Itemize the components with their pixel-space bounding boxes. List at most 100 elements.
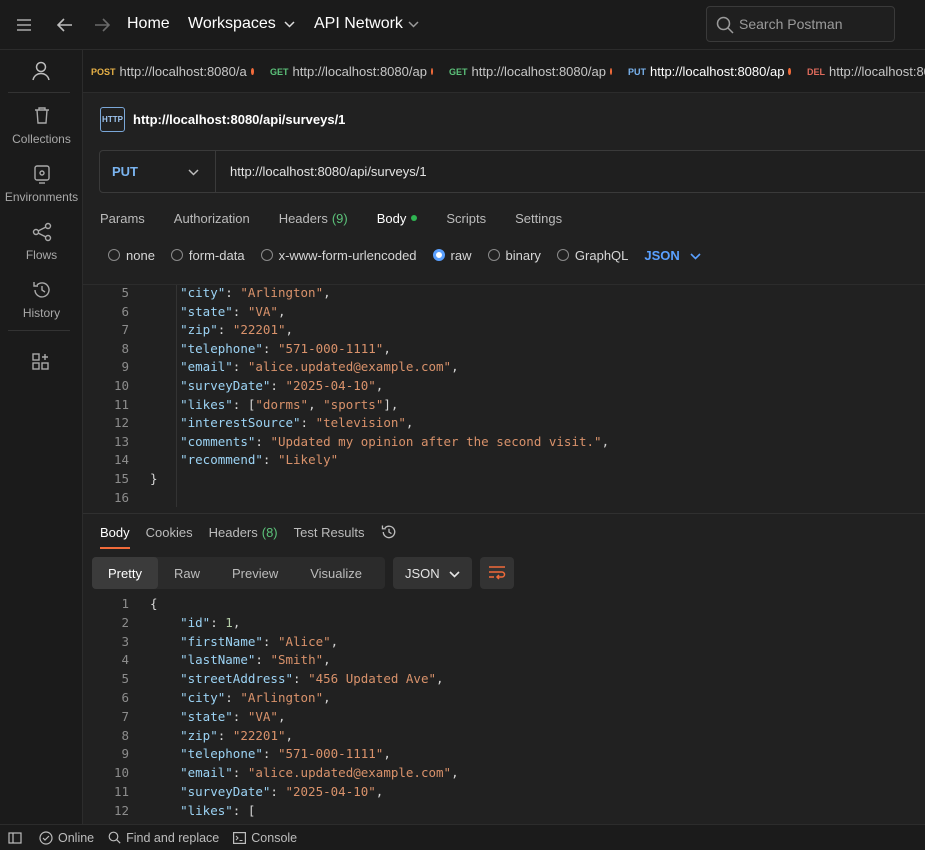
radio-urlencoded[interactable]: x-www-form-urlencoded <box>260 248 417 263</box>
view-preview[interactable]: Preview <box>216 557 294 589</box>
request-tab[interactable]: GET http://localhost:8080/ap <box>441 50 620 92</box>
request-code-line: "interestSource": "television", <box>150 414 413 433</box>
line-number: 5 <box>121 671 129 687</box>
http-request-icon: HTTP <box>100 106 125 132</box>
workspaces-label: Workspaces <box>188 15 276 32</box>
json-string: "456 Updated Ave" <box>308 671 436 687</box>
radio-graphql[interactable]: GraphQL <box>556 248 628 263</box>
radio-raw[interactable]: raw <box>432 248 472 263</box>
json-string: "Updated my opinion after the second vis… <box>270 433 602 449</box>
request-tab[interactable]: POST http://localhost:8080/a <box>83 50 262 92</box>
view-pretty[interactable]: Pretty <box>92 557 158 589</box>
code-punctuation: : <box>293 671 309 687</box>
code-punctuation: } <box>150 471 158 486</box>
tab-response-body[interactable]: Body <box>100 525 130 549</box>
api-network-menu[interactable]: API Network <box>314 15 419 33</box>
pane-divider[interactable] <box>83 513 925 514</box>
code-punctuation: : <box>232 765 248 781</box>
find-replace-button[interactable]: Find and replace <box>108 831 219 845</box>
chevron-down-icon <box>188 164 199 179</box>
radio-form-data[interactable]: form-data <box>170 248 245 263</box>
back-arrow-icon[interactable] <box>55 15 75 35</box>
sidebar-item-flows[interactable]: Flows <box>0 221 83 262</box>
json-string: "Smith" <box>270 652 324 668</box>
line-number: 6 <box>121 690 129 705</box>
forward-arrow-icon[interactable] <box>92 15 112 35</box>
request-code-line: "recommend": "Likely" <box>150 451 338 470</box>
tab-scripts[interactable]: Scripts <box>446 207 486 229</box>
console-button[interactable]: Console <box>233 831 297 845</box>
tab-headers[interactable]: Headers (9) <box>279 207 348 229</box>
code-punctuation: : <box>270 378 286 393</box>
json-string: "571-000-1111" <box>277 746 384 762</box>
response-code-line: "surveyDate": "2025-04-10", <box>150 783 383 802</box>
user-icon[interactable] <box>30 60 52 82</box>
request-tab[interactable]: GET http://localhost:8080/ap <box>262 50 441 92</box>
radio-none[interactable]: none <box>108 248 155 263</box>
json-string: "alice.updated@example.com" <box>247 765 452 781</box>
sidebar-item-label: Environments <box>4 190 79 204</box>
menu-icon[interactable] <box>14 15 34 35</box>
request-config-tabs: Params Authorization Headers (9) Body Sc… <box>100 207 591 229</box>
response-body-viewer[interactable]: 1 {2 "id": 1, 3 "firstName": "Alice", 4 "la… <box>83 594 925 824</box>
request-tab-active[interactable]: PUT http://localhost:8080/ap <box>620 50 799 92</box>
search-placeholder: Search Postman <box>739 16 843 32</box>
json-key: "streetAddress" <box>180 671 293 687</box>
workspaces-menu[interactable]: Workspaces <box>188 15 295 33</box>
headers-count: (9) <box>331 210 348 226</box>
line-number: 10 <box>113 765 129 781</box>
code-punctuation: , <box>285 322 294 338</box>
add-widget-icon[interactable] <box>31 352 51 375</box>
request-tab[interactable]: DEL http://localhost:8080/ap <box>799 50 925 92</box>
radio-binary[interactable]: binary <box>487 248 541 263</box>
toggle-sidebar-icon[interactable] <box>8 831 27 844</box>
flows-icon <box>32 222 51 242</box>
search-input[interactable]: Search Postman <box>706 6 895 42</box>
json-string: "22201" <box>232 322 286 338</box>
request-body-editor[interactable]: 5 "city": "Arlington", 6 "state": "VA", 7 … <box>83 284 925 512</box>
tab-test-results[interactable]: Test Results <box>294 525 365 540</box>
url-input[interactable]: http://localhost:8080/api/surveys/1 <box>216 164 427 179</box>
view-raw[interactable]: Raw <box>158 557 216 589</box>
body-format-select[interactable]: JSON <box>644 248 701 263</box>
wrap-lines-button[interactable] <box>480 557 514 589</box>
tab-params[interactable]: Params <box>100 207 145 229</box>
api-network-label: API Network <box>314 15 403 32</box>
radio-circle-icon <box>260 249 273 261</box>
home-link[interactable]: Home <box>127 15 170 33</box>
json-key: "telephone" <box>180 340 263 356</box>
tab-settings[interactable]: Settings <box>515 207 562 229</box>
sidebar-item-label: History <box>22 306 61 320</box>
sidebar-item-history[interactable]: History <box>0 279 83 320</box>
method-select[interactable]: PUT <box>100 151 216 192</box>
line-number: 14 <box>113 452 129 468</box>
response-code-line: "id": 1, <box>150 614 240 633</box>
response-headers-count: (8) <box>261 524 278 540</box>
environment-icon <box>33 165 50 184</box>
json-string: "alice.updated@example.com" <box>247 359 452 375</box>
request-name[interactable]: http://localhost:8080/api/surveys/1 <box>133 112 345 127</box>
response-format-select[interactable]: JSON <box>393 557 472 589</box>
request-code-line: "email": "alice.updated@example.com", <box>150 358 458 377</box>
radio-circle-icon <box>108 249 120 261</box>
sidebar: Collections Environments Flows History <box>0 50 83 824</box>
tab-response-cookies[interactable]: Cookies <box>146 525 193 540</box>
radio-label: none <box>126 247 155 263</box>
line-number: 15 <box>113 471 129 486</box>
code-punctuation: [ <box>247 802 256 818</box>
sidebar-item-environments[interactable]: Environments <box>0 163 83 204</box>
code-punctuation: : <box>225 285 241 300</box>
code-punctuation: : <box>262 746 278 762</box>
tab-authorization[interactable]: Authorization <box>174 207 250 229</box>
tab-body[interactable]: Body <box>377 207 418 229</box>
online-status[interactable]: Online <box>39 831 94 845</box>
request-title: HTTP http://localhost:8080/api/surveys/1 <box>100 105 345 133</box>
tab-response-headers[interactable]: Headers (8) <box>209 525 278 540</box>
sidebar-item-collections[interactable]: Collections <box>0 105 83 146</box>
response-history-icon[interactable] <box>380 523 398 541</box>
top-bar: Home Workspaces API Network Search Postm… <box>0 0 925 50</box>
view-visualize[interactable]: Visualize <box>294 557 378 589</box>
